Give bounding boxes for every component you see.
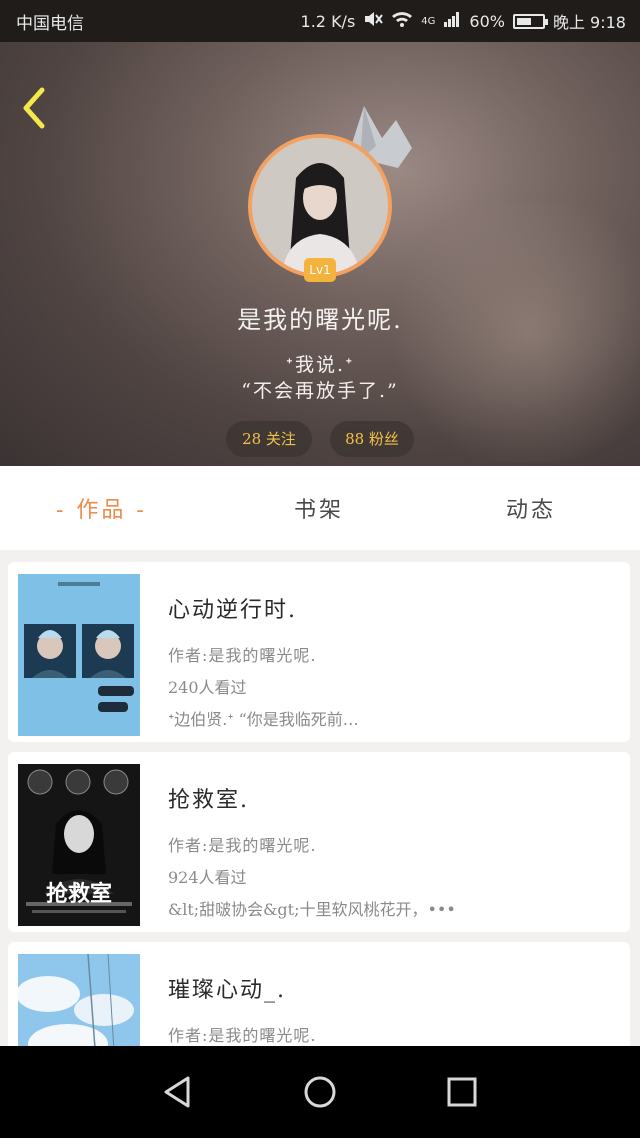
nav-recents-button[interactable] [440, 1070, 484, 1114]
profile-header: Lv1 是我的曙光呢. ᕀ我说.ᕀ “不会再放手了.” 28 关注 88 粉丝 [0, 42, 640, 466]
book-cover [18, 574, 140, 736]
triangle-back-icon [164, 1076, 190, 1108]
wifi-icon [391, 10, 413, 32]
list-item[interactable]: 抢救室 抢救室. 作者:是我的曙光呢. 924人看过 &lt;甜啵协会&gt;十… [8, 752, 630, 932]
work-author: 作者:是我的曙光呢. [168, 1026, 317, 1045]
tab-bookshelf[interactable]: 书架 [294, 492, 344, 524]
list-item[interactable]: 心动逆行时. 作者:是我的曙光呢. 240人看过 ᕀ边伯贤.ᕀ “你是我临死前… [8, 562, 630, 742]
mute-icon [363, 10, 384, 32]
nav-home-button[interactable] [298, 1070, 342, 1114]
book-cover [18, 954, 140, 1046]
work-views: 924人看过 [168, 868, 247, 887]
username: 是我的曙光呢. [237, 306, 403, 334]
book-cover: 抢救室 [18, 764, 140, 926]
status-bar: 中国电信 1.2 K/s 4G 60% 晚上 9:18 [0, 0, 640, 42]
list-item[interactable]: 璀璨心动_. 作者:是我的曙光呢. [8, 942, 630, 1046]
work-title: 抢救室. [168, 788, 249, 813]
cover-image [18, 574, 140, 736]
battery-icon [512, 13, 548, 29]
level-badge: Lv1 [304, 258, 336, 282]
tab-works[interactable]: - 作品 - [56, 492, 147, 524]
chevron-left-icon [23, 87, 45, 129]
cover-title: 抢救室 [45, 881, 112, 907]
circle-home-icon [304, 1076, 336, 1108]
battery-fill [516, 17, 532, 25]
work-author: 作者:是我的曙光呢. [168, 836, 317, 855]
work-author: 作者:是我的曙光呢. [168, 646, 317, 665]
work-views: 240人看过 [168, 678, 247, 697]
cover-image [18, 954, 140, 1046]
nav-back-button[interactable] [156, 1070, 200, 1114]
back-button[interactable] [16, 84, 56, 132]
following-button[interactable]: 28 关注 [226, 421, 312, 457]
square-recents-icon [447, 1077, 477, 1107]
avatar [248, 134, 392, 278]
bio-line-2: “不会再放手了.” [241, 380, 399, 402]
work-description: &lt;甜啵协会&gt;十里软风桃花开，••• [168, 900, 456, 919]
network-type: 4G [421, 15, 436, 27]
carrier-label: 中国电信 [16, 13, 84, 34]
bio-line-1: ᕀ我说.ᕀ [285, 354, 355, 376]
clock: 晚上 9:18 [552, 13, 626, 32]
signal-icon [443, 10, 461, 32]
work-description: ᕀ边伯贤.ᕀ “你是我临死前… [168, 710, 359, 729]
avatar-wrapper[interactable] [248, 134, 392, 278]
network-speed: 1.2 K/s [300, 11, 356, 31]
battery-percent: 60% [469, 11, 505, 31]
system-nav-bar [0, 1046, 640, 1138]
status-icons: 1.2 K/s 4G 60% 晚上 9:18 [301, 9, 626, 33]
tab-activity[interactable]: 动态 [506, 492, 556, 524]
tab-bar: - 作品 - 书架 动态 [0, 466, 640, 550]
fans-button[interactable]: 88 粉丝 [330, 421, 414, 457]
work-title: 璀璨心动_. [168, 978, 286, 1003]
works-list: 心动逆行时. 作者:是我的曙光呢. 240人看过 ᕀ边伯贤.ᕀ “你是我临死前…… [0, 550, 640, 1046]
avatar-photo [252, 138, 388, 274]
work-title: 心动逆行时. [168, 598, 297, 623]
